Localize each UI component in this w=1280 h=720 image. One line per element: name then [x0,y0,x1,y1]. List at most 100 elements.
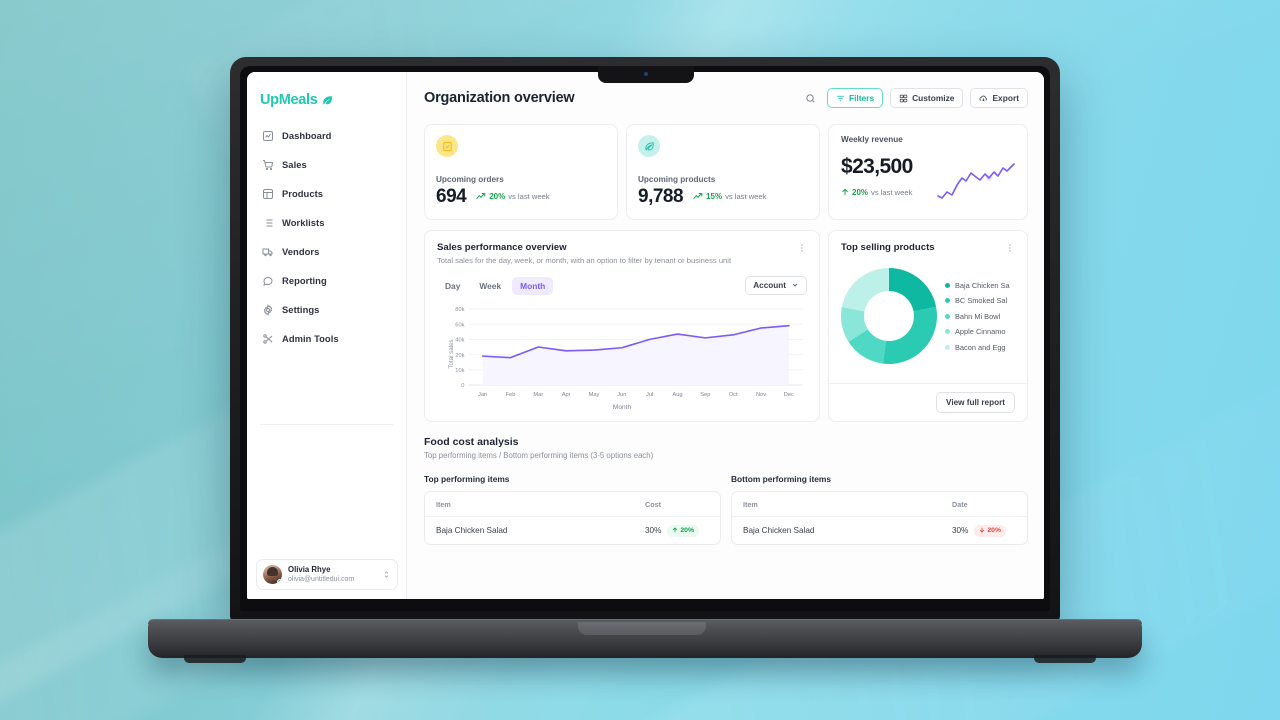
stat-card-upcoming-orders: Upcoming orders 694 20% vs last week [424,124,618,220]
cart-icon [261,158,274,171]
svg-text:Jul: Jul [646,392,653,398]
tab-week[interactable]: Week [471,277,509,295]
laptop-base-notch [578,622,706,635]
layout-icon [261,187,274,200]
sidebar-item-label: Products [282,188,324,199]
clipboard-check-icon [436,135,458,157]
avatar [263,565,282,584]
svg-text:May: May [589,392,600,398]
panel-header: Sales performance overview Total sales f… [437,242,807,265]
svg-text:40k: 40k [455,338,464,344]
customize-button-label: Customize [912,93,955,103]
list-icon [261,216,274,229]
sidebar-item-label: Sales [282,159,307,170]
cell-item: Baja Chicken Salad [743,526,815,535]
legend-item: Bahn Mi Bowl [945,312,1027,321]
badge-value: 20% [987,527,1001,534]
sales-line-chart: Total sales 0 10k 20k 40k 60k 80k Jan Feb Mar Apr… [437,305,807,403]
table-header-row: Item Date [732,492,1027,517]
export-button[interactable]: Export [970,88,1028,108]
legend-item: Bacon and Egg [945,343,1027,352]
stat-row: 9,788 15% vs last week [638,187,808,206]
truck-icon [261,245,274,258]
sidebar-item-sales[interactable]: Sales [255,153,398,176]
legend-label: Bacon and Egg [955,342,1006,352]
section-subtitle: Top performing items / Bottom performing… [424,451,654,460]
legend-color-dot [945,298,950,303]
svg-text:Aug: Aug [672,392,682,398]
stat-delta-value: 20% [489,191,506,201]
legend-label: Bahn Mi Bowl [955,311,1001,321]
svg-text:80k: 80k [455,307,464,313]
page-title: Organization overview [424,90,575,106]
svg-text:Jun: Jun [617,392,626,398]
middle-row: Sales performance overview Total sales f… [424,230,1028,422]
chevron-up-down-icon[interactable] [382,570,391,579]
sidebar-item-vendors[interactable]: Vendors [255,240,398,263]
tab-day[interactable]: Day [437,277,468,295]
brand-logo[interactable]: UpMeals [247,88,406,108]
legend-item: Baja Chicken Sa [945,281,1027,290]
svg-text:10k: 10k [455,368,464,374]
svg-text:Dec: Dec [784,392,794,398]
arrow-down-icon [979,527,985,535]
revenue-value: $23,500 [841,155,913,178]
cell-item: Baja Chicken Salad [436,526,508,535]
kebab-menu-icon[interactable] [797,242,807,253]
filters-button-label: Filters [848,93,875,103]
user-profile-card[interactable]: Olivia Rhye olivia@untitledui.com [256,559,398,590]
svg-text:Feb: Feb [506,392,516,398]
table-header-row: Item Cost [425,492,720,517]
legend-color-dot [945,282,950,288]
table-row[interactable]: Baja Chicken Salad 30% 20% [425,517,720,544]
admin-tools-icon [261,332,274,345]
tab-month[interactable]: Month [512,276,554,295]
sidebar-divider [260,424,393,425]
sidebar-item-label: Vendors [282,246,320,257]
svg-text:0: 0 [461,383,464,389]
table-row[interactable]: Baja Chicken Salad 30% 20% [732,517,1027,544]
stat-delta-value: 15% [706,191,723,201]
column-header-item: Item [743,499,758,509]
stat-delta-note: vs last week [725,191,767,201]
filters-button[interactable]: Filters [826,88,884,108]
sidebar-item-admin-tools[interactable]: Admin Tools [255,327,398,350]
brand-name: UpMeals [260,92,318,108]
gear-icon [261,303,274,316]
view-full-report-button[interactable]: View full report [936,392,1015,413]
sidebar-nav: Dashboard Sales Products Worklists Vendo… [247,124,406,350]
table-heading: Top performing items [424,474,510,484]
table-body: Baja Chicken Salad 30% 20% [732,517,1027,544]
user-meta: Olivia Rhye olivia@untitledui.com [288,565,376,584]
bottom-performing-column: Bottom performing items Item Date Baja C… [731,474,1028,545]
sidebar-item-label: Settings [282,304,320,315]
sidebar-item-products[interactable]: Products [255,182,398,205]
column-header-cost: Cost [645,499,661,509]
svg-text:Oct: Oct [729,392,738,398]
account-select[interactable]: Account [745,276,807,295]
search-icon[interactable] [802,89,820,107]
sidebar-item-reporting[interactable]: Reporting [255,269,398,292]
customize-button[interactable]: Customize [890,88,964,108]
laptop-mockup: UpMeals Dashboard Sales Products Worklis… [0,0,1280,720]
legend-item: BC Smoked Sal [945,296,1027,305]
stat-cards: Upcoming orders 694 20% vs last week Upc… [424,124,1028,220]
legend-color-dot [945,329,950,334]
revenue-delta: 20% vs last week [841,183,913,201]
svg-text:Mar: Mar [533,392,543,398]
column-header-item: Item [436,499,451,509]
sidebar-item-dashboard[interactable]: Dashboard [255,124,398,147]
svg-text:20k: 20k [455,353,464,359]
top-performing-table: Item Cost Baja Chicken Salad 30% 20% [424,491,721,545]
laptop-foot [1034,655,1096,663]
panel-footer: View full report [829,383,1027,421]
kebab-menu-icon[interactable] [1005,242,1015,253]
cell-cost: 30% 20% [645,524,709,537]
donut-legend: Baja Chicken Sa BC Smoked Sal Bahn Mi Bo… [945,281,1027,352]
food-cost-tables: Top performing items Item Cost Baja Chic… [424,474,1028,545]
revenue-body: $23,500 20% vs last week [841,156,1015,201]
sidebar-item-settings[interactable]: Settings [255,298,398,321]
sidebar-item-worklists[interactable]: Worklists [255,211,398,234]
cell-date: 30% 20% [952,524,1016,537]
panel-title: Top selling products [841,242,935,253]
